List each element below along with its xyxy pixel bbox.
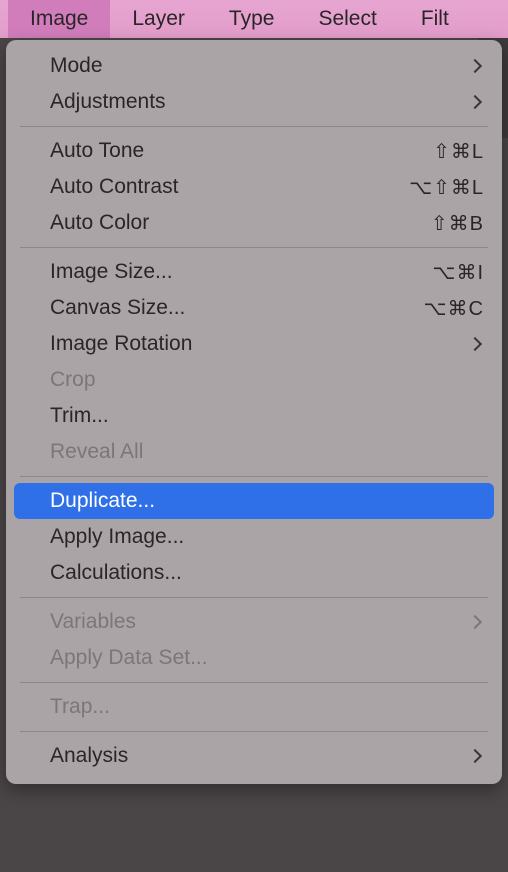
menubar-item-type[interactable]: Type [207,0,297,38]
menu-item-label: Auto Tone [50,139,433,163]
menu-separator [20,731,488,732]
menu-item-shortcut: ⌥⌘C [424,296,485,321]
menu-item-label: Crop [50,368,484,392]
menu-item-label: Trap... [50,695,484,719]
menu-item-image-rotation[interactable]: Image Rotation [6,326,502,362]
menu-separator [20,682,488,683]
menu-item-shortcut: ⇧⌘B [431,211,484,236]
menu-separator [20,597,488,598]
menu-item-label: Image Size... [50,260,432,284]
menu-item-label: Mode [50,54,470,78]
menu-item-mode[interactable]: Mode [6,48,502,84]
menu-item-label: Reveal All [50,440,484,464]
menu-item-calculations[interactable]: Calculations... [6,555,502,591]
menu-item-trap: Trap... [6,689,502,725]
chevron-right-icon [468,59,482,73]
menu-item-label: Trim... [50,404,484,428]
menubar: Image Layer Type Select Filt [0,0,508,38]
chevron-right-icon [468,95,482,109]
menu-item-label: Apply Data Set... [50,646,484,670]
menu-item-adjustments[interactable]: Adjustments [6,84,502,120]
menu-item-variables: Variables [6,604,502,640]
menubar-item-layer[interactable]: Layer [110,0,207,38]
menu-separator [20,126,488,127]
menu-item-label: Canvas Size... [50,296,424,320]
menu-item-label: Duplicate... [50,489,484,513]
menu-item-shortcut: ⌥⌘I [432,260,484,285]
chevron-right-icon [468,337,482,351]
menu-item-label: Adjustments [50,90,470,114]
chevron-right-icon [468,615,482,629]
menu-item-label: Image Rotation [50,332,470,356]
menu-separator [20,247,488,248]
menu-item-label: Analysis [50,744,470,768]
menu-item-shortcut: ⌥⇧⌘L [409,175,484,200]
menubar-item-filt[interactable]: Filt [399,0,471,38]
menu-item-apply-image[interactable]: Apply Image... [6,519,502,555]
menubar-item-image[interactable]: Image [8,0,110,38]
menubar-item-label: Image [30,7,88,31]
menubar-item-select[interactable]: Select [296,0,398,38]
menu-item-shortcut: ⇧⌘L [433,139,484,164]
menu-item-auto-tone[interactable]: Auto Tone⇧⌘L [6,133,502,169]
menubar-item-label: Filt [421,7,449,31]
menu-item-canvas-size[interactable]: Canvas Size...⌥⌘C [6,290,502,326]
menubar-item-label: Select [318,7,376,31]
menu-item-label: Auto Color [50,211,431,235]
menu-item-label: Apply Image... [50,525,484,549]
menu-item-label: Auto Contrast [50,175,409,199]
menu-separator [20,476,488,477]
menu-item-reveal-all: Reveal All [6,434,502,470]
menu-item-image-size[interactable]: Image Size...⌥⌘I [6,254,502,290]
menu-item-crop: Crop [6,362,502,398]
chevron-right-icon [468,749,482,763]
menu-item-label: Calculations... [50,561,484,585]
menu-item-analysis[interactable]: Analysis [6,738,502,774]
image-menu-dropdown: ModeAdjustmentsAuto Tone⇧⌘LAuto Contrast… [6,40,502,784]
menu-item-apply-data-set: Apply Data Set... [6,640,502,676]
menu-item-auto-color[interactable]: Auto Color⇧⌘B [6,205,502,241]
menu-item-duplicate[interactable]: Duplicate... [14,483,494,519]
menubar-item-label: Type [229,7,275,31]
menu-item-label: Variables [50,610,470,634]
menu-item-trim[interactable]: Trim... [6,398,502,434]
menubar-item-label: Layer [132,7,185,31]
menu-item-auto-contrast[interactable]: Auto Contrast⌥⇧⌘L [6,169,502,205]
